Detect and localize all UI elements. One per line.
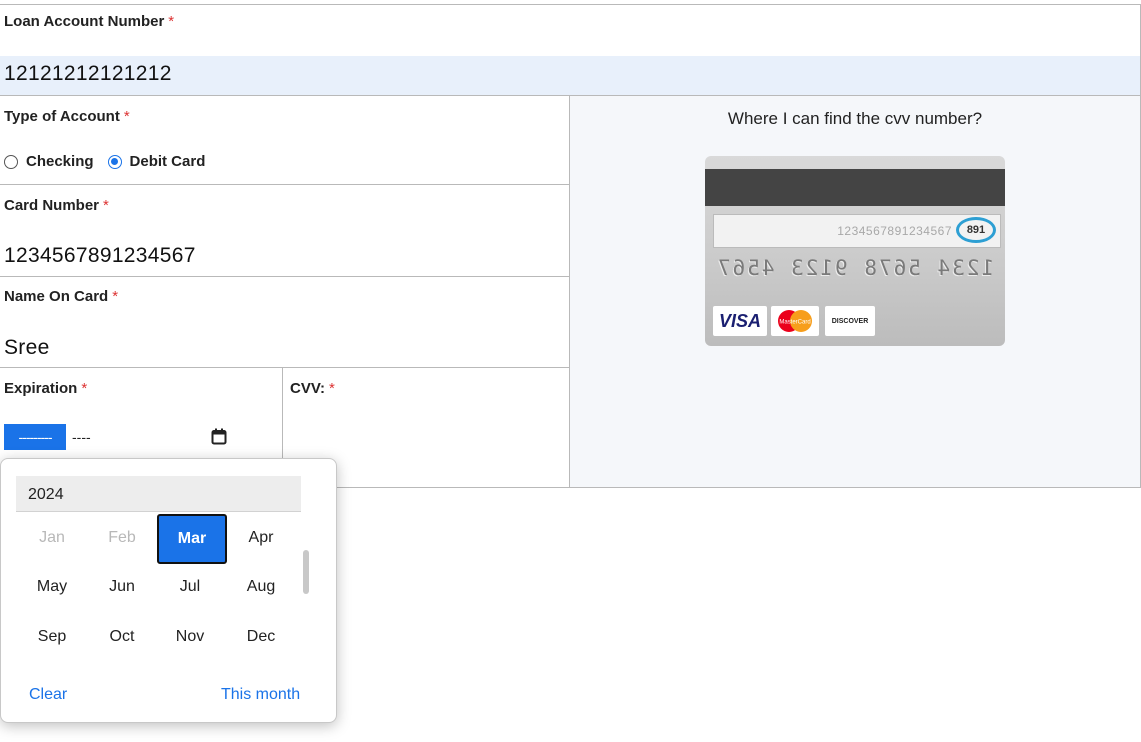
month-may[interactable]: May bbox=[20, 563, 84, 611]
month-sep[interactable]: Sep bbox=[20, 613, 84, 661]
account-type-radio-group: Checking Debit Card bbox=[4, 153, 205, 170]
name-on-card-label: Name On Card * bbox=[4, 288, 119, 305]
required-marker: * bbox=[329, 380, 335, 397]
calendar-icon[interactable] bbox=[211, 428, 227, 445]
expiration-month-segment[interactable]: --------- bbox=[4, 424, 66, 450]
radio-checking[interactable] bbox=[4, 154, 18, 169]
embossed-number: 1234 5678 9123 4567 bbox=[715, 256, 995, 280]
clear-button[interactable]: Clear bbox=[29, 686, 67, 704]
radio-debit-card-label[interactable]: Debit Card bbox=[130, 153, 206, 170]
expiration-month-input[interactable]: --------- ---- bbox=[4, 423, 236, 451]
signature-number: 1234567891234567 bbox=[837, 224, 952, 238]
mastercard-logo: MasterCard bbox=[771, 306, 819, 336]
month-jun[interactable]: Jun bbox=[90, 563, 154, 611]
cvv-help-title: Where I can find the cvv number? bbox=[727, 109, 983, 128]
month-feb: Feb bbox=[108, 529, 136, 546]
card-number-input[interactable]: 1234567891234567 bbox=[4, 244, 196, 268]
divider bbox=[0, 367, 569, 368]
discover-logo: DISCOVER bbox=[825, 306, 875, 336]
expiration-year-segment[interactable]: ---- bbox=[72, 429, 91, 445]
required-marker: * bbox=[168, 13, 175, 30]
cvv-label: CVV: * bbox=[290, 380, 335, 397]
this-month-button[interactable]: This month bbox=[221, 686, 300, 704]
visa-logo: VISA bbox=[713, 306, 767, 336]
magnetic-stripe bbox=[705, 169, 1005, 206]
month-aug[interactable]: Aug bbox=[229, 563, 293, 611]
divider bbox=[0, 276, 569, 277]
divider bbox=[0, 184, 569, 185]
picker-scrollbar[interactable] bbox=[303, 550, 309, 594]
card-number-label: Card Number * bbox=[4, 197, 109, 214]
radio-debit-card[interactable] bbox=[107, 154, 122, 169]
name-on-card-input[interactable]: Sree bbox=[4, 336, 50, 360]
month-dec[interactable]: Dec bbox=[229, 613, 293, 661]
month-jul[interactable]: Jul bbox=[158, 563, 222, 611]
account-type-label: Type of Account * bbox=[4, 108, 130, 125]
card-back-image: 1234567891234567 891 1234 5678 9123 4567… bbox=[705, 156, 1005, 346]
radio-checking-label[interactable]: Checking bbox=[26, 153, 94, 170]
mastercard-text: MasterCard bbox=[779, 320, 810, 326]
month-oct[interactable]: Oct bbox=[90, 613, 154, 661]
month-picker-popup: 2024 Jan Feb Mar Apr May Jun Jul Aug Sep Oct Nov De… bbox=[0, 458, 337, 723]
month-nov[interactable]: Nov bbox=[158, 613, 222, 661]
cvv-highlight: 891 bbox=[956, 217, 996, 243]
month-apr[interactable]: Apr bbox=[229, 514, 293, 562]
loan-account-input[interactable]: 12121212121212 bbox=[0, 56, 1140, 95]
month-mar[interactable]: Mar bbox=[157, 514, 227, 564]
expiration-label: Expiration * bbox=[4, 380, 88, 397]
year-header[interactable]: 2024 bbox=[16, 476, 301, 512]
loan-account-label: Loan Account Number * bbox=[4, 13, 175, 30]
signature-strip: 1234567891234567 891 bbox=[713, 214, 1001, 248]
required-marker: * bbox=[112, 288, 119, 305]
required-marker: * bbox=[103, 197, 109, 214]
required-marker: * bbox=[123, 108, 130, 125]
required-marker: * bbox=[81, 380, 88, 397]
month-jan: Jan bbox=[39, 529, 65, 546]
